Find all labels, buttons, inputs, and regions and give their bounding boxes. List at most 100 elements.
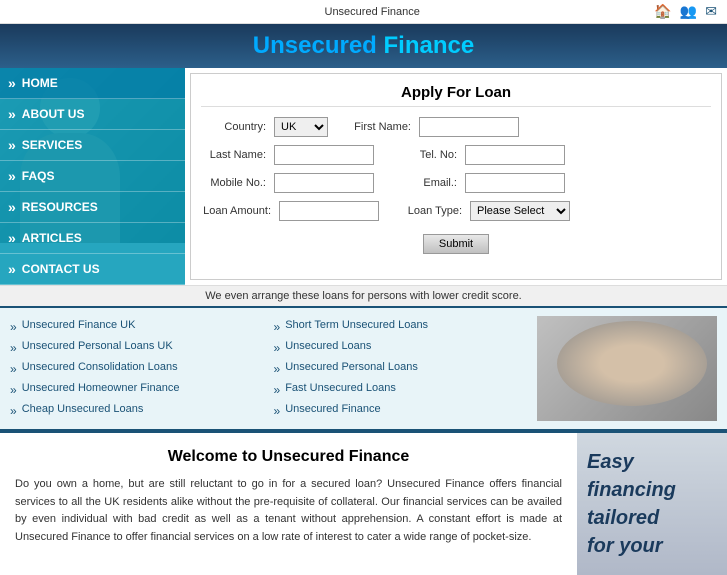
mail-icon[interactable]: ✉ <box>705 3 717 20</box>
loan-type-label: Loan Type: <box>387 205 462 217</box>
last-name-input[interactable] <box>274 145 374 165</box>
links-col-right: » Short Term Unsecured Loans » Unsecured… <box>274 316 538 421</box>
link-arrow-3: » <box>10 362 17 376</box>
email-label: Email.: <box>382 177 457 189</box>
nav-item-contact[interactable]: » CONTACT US <box>0 254 185 285</box>
link-arrow-2: » <box>10 341 17 355</box>
site-header: Unsecured Finance <box>0 24 727 68</box>
link-arrow-r5: » <box>274 404 281 418</box>
nav-item-services[interactable]: » SERVICES <box>0 130 185 161</box>
tagline-word-3: tailored <box>587 504 676 532</box>
nav-label-resources: RESOURCES <box>22 200 98 214</box>
link-text-r3: Unsecured Personal Loans <box>285 361 418 373</box>
nav-item-articles[interactable]: » ARTICLES <box>0 223 185 254</box>
top-bar-title: Unsecured Finance <box>90 6 654 18</box>
nav-label-articles: ARTICLES <box>22 231 82 245</box>
main-content: » HOME » ABOUT US » SERVICES » FAQs » RE… <box>0 68 727 285</box>
nav-arrow-about: » <box>8 106 16 122</box>
top-bar-icons: 🏠 👥 ✉ <box>654 3 717 20</box>
nav-label-about: ABOUT US <box>22 107 85 121</box>
form-row-mobile: Mobile No.: Email.: <box>201 173 711 193</box>
list-item[interactable]: » Unsecured Loans <box>274 337 538 358</box>
bottom-section: Welcome to Unsecured Finance Do you own … <box>0 431 727 575</box>
nav-label-home: HOME <box>22 76 58 90</box>
nav-item-faqs[interactable]: » FAQs <box>0 161 185 192</box>
list-item[interactable]: » Unsecured Consolidation Loans <box>10 358 274 379</box>
form-row-lastname: Last Name: Tel. No: <box>201 145 711 165</box>
bottom-right-panel: Easy financing tailored for your <box>577 433 727 575</box>
first-name-label: First Name: <box>336 121 411 133</box>
first-name-input[interactable] <box>419 117 519 137</box>
country-select[interactable]: UK US Other <box>274 117 328 137</box>
list-item[interactable]: » Unsecured Finance <box>274 400 538 421</box>
nav-items: » HOME » ABOUT US » SERVICES » FAQs » RE… <box>0 68 185 285</box>
nav-arrow-contact: » <box>8 261 16 277</box>
links-col-left: » Unsecured Finance UK » Unsecured Perso… <box>10 316 274 421</box>
nav-arrow-resources: » <box>8 199 16 215</box>
submit-button[interactable]: Submit <box>423 234 489 254</box>
site-title: Unsecured Finance <box>253 32 474 59</box>
form-row-country: Country: UK US Other First Name: <box>201 117 711 137</box>
link-text-r1: Short Term Unsecured Loans <box>285 319 428 331</box>
top-bar: Unsecured Finance 🏠 👥 ✉ <box>0 0 727 24</box>
nav-item-resources[interactable]: » RESOURCES <box>0 192 185 223</box>
form-title: Apply For Loan <box>201 84 711 107</box>
link-arrow-r2: » <box>274 341 281 355</box>
nav-arrow-articles: » <box>8 230 16 246</box>
nav-arrow-home: » <box>8 75 16 91</box>
form-note: We even arrange these loans for persons … <box>0 285 727 306</box>
link-arrow-4: » <box>10 383 17 397</box>
email-input[interactable] <box>465 173 565 193</box>
title-accent: Finance <box>384 32 475 59</box>
users-icon[interactable]: 👥 <box>680 3 697 20</box>
links-decorative-image <box>537 316 717 421</box>
loan-amount-input[interactable] <box>279 201 379 221</box>
loan-amount-label: Loan Amount: <box>201 205 271 217</box>
list-item[interactable]: » Unsecured Personal Loans UK <box>10 337 274 358</box>
last-name-label: Last Name: <box>201 149 266 161</box>
bottom-main: Welcome to Unsecured Finance Do you own … <box>0 433 577 575</box>
list-item[interactable]: » Unsecured Homeowner Finance <box>10 379 274 400</box>
tagline: Easy financing tailored for your <box>587 448 676 560</box>
nav-arrow-services: » <box>8 137 16 153</box>
link-text-3: Unsecured Consolidation Loans <box>22 361 178 373</box>
bottom-text: Do you own a home, but are still relucta… <box>15 476 562 546</box>
list-item[interactable]: » Unsecured Finance UK <box>10 316 274 337</box>
link-text-r5: Unsecured Finance <box>285 403 380 415</box>
home-icon[interactable]: 🏠 <box>654 3 671 20</box>
nav-label-contact: CONTACT US <box>22 262 100 276</box>
list-item[interactable]: » Fast Unsecured Loans <box>274 379 538 400</box>
form-row-submit: Submit <box>201 229 711 254</box>
nav-item-home[interactable]: » HOME <box>0 68 185 99</box>
link-arrow-r1: » <box>274 320 281 334</box>
mobile-label: Mobile No.: <box>201 177 266 189</box>
nav-arrow-faqs: » <box>8 168 16 184</box>
link-text-r2: Unsecured Loans <box>285 340 371 352</box>
link-text-2: Unsecured Personal Loans UK <box>22 340 173 352</box>
list-item[interactable]: » Short Term Unsecured Loans <box>274 316 538 337</box>
link-text-4: Unsecured Homeowner Finance <box>22 382 180 394</box>
nav-item-about[interactable]: » ABOUT US <box>0 99 185 130</box>
mobile-input[interactable] <box>274 173 374 193</box>
link-arrow-r4: » <box>274 383 281 397</box>
loan-type-select[interactable]: Please Select Personal Consolidation Hom… <box>470 201 570 221</box>
list-item[interactable]: » Unsecured Personal Loans <box>274 358 538 379</box>
title-plain: Unsecured <box>253 32 384 59</box>
tel-label: Tel. No: <box>382 149 457 161</box>
link-text-1: Unsecured Finance UK <box>22 319 136 331</box>
link-text-5: Cheap Unsecured Loans <box>22 403 144 415</box>
link-arrow-1: » <box>10 320 17 334</box>
links-section: » Unsecured Finance UK » Unsecured Perso… <box>0 306 727 431</box>
link-arrow-r3: » <box>274 362 281 376</box>
country-label: Country: <box>201 121 266 133</box>
nav-label-faqs: FAQs <box>22 169 55 183</box>
bottom-title: Welcome to Unsecured Finance <box>15 448 562 466</box>
tagline-word-1: Easy <box>587 448 676 476</box>
nav-label-services: SERVICES <box>22 138 82 152</box>
list-item[interactable]: » Cheap Unsecured Loans <box>10 400 274 421</box>
tagline-word-2: financing <box>587 476 676 504</box>
left-nav: » HOME » ABOUT US » SERVICES » FAQs » RE… <box>0 68 185 285</box>
loan-form-area: Apply For Loan Country: UK US Other Firs… <box>190 73 722 280</box>
link-text-r4: Fast Unsecured Loans <box>285 382 396 394</box>
tel-input[interactable] <box>465 145 565 165</box>
